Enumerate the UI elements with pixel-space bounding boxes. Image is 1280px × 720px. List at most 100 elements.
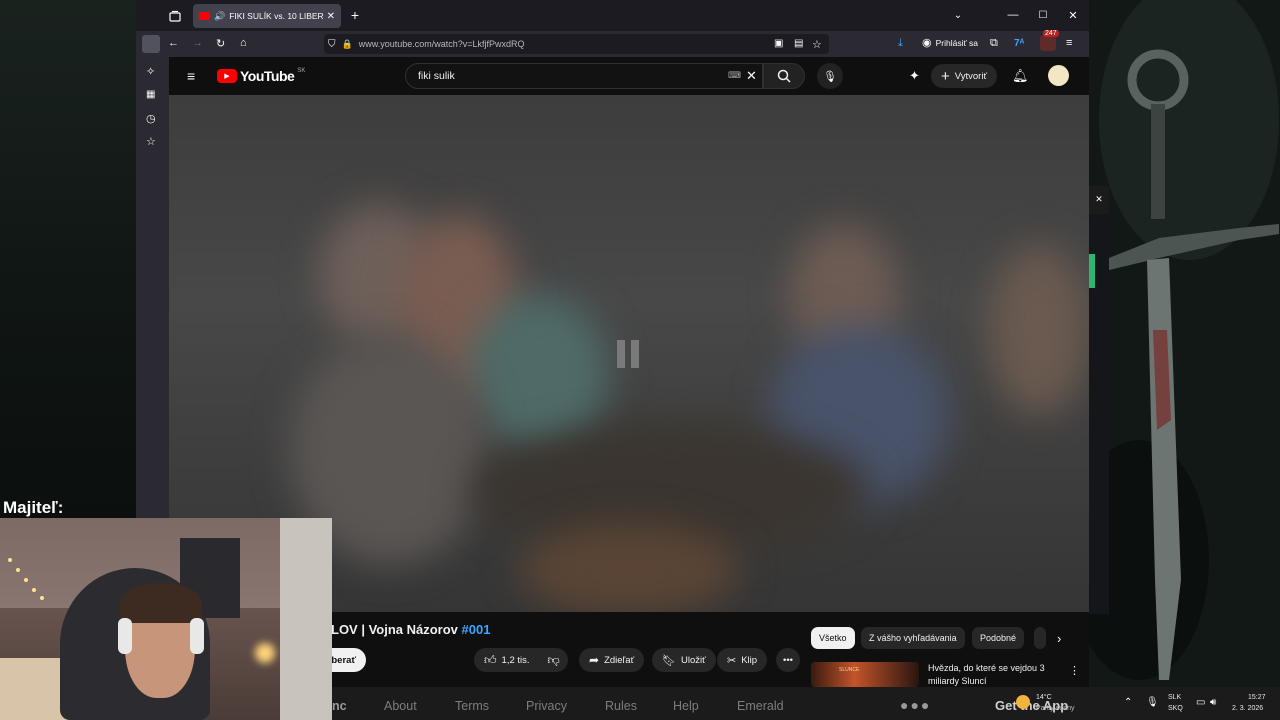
avatar[interactable]	[1048, 65, 1069, 86]
translate-icon[interactable]: 7ᴬ	[1014, 38, 1024, 49]
speaker-icon[interactable]: 🔊	[214, 11, 225, 22]
more-dots-icon[interactable]: ●●●	[900, 697, 931, 713]
network-icon[interactable]: ▭	[1196, 697, 1205, 708]
chip-all[interactable]: Všetko	[811, 627, 855, 649]
forward-icon[interactable]: →	[192, 37, 203, 49]
signin-label: Prihlásiť sa	[935, 37, 979, 48]
pause-icon[interactable]	[617, 340, 641, 368]
more-actions-icon[interactable]: •••	[776, 648, 800, 672]
create-button[interactable]: + Vytvoriť	[931, 64, 998, 88]
thumb-down-icon[interactable]: 👎︎	[548, 653, 560, 668]
youtube-play-icon: ▶	[217, 69, 237, 83]
lang-bottom[interactable]: SKQ	[1168, 705, 1183, 712]
keyboard-icon[interactable]: ⌨	[728, 70, 741, 81]
addon-icon[interactable]: 247	[1040, 30, 1059, 51]
history-icon[interactable]: ◷	[146, 112, 156, 125]
like-dislike-group: 👍︎ 1,2 tis. 👎︎	[474, 648, 568, 672]
weather-icon[interactable]	[1016, 695, 1030, 709]
maximize-icon[interactable]: ☐	[1036, 8, 1050, 22]
clip-label: Klip	[741, 654, 758, 666]
like-count: 1,2 tis.	[501, 654, 530, 666]
tab-list-icon[interactable]	[168, 9, 182, 23]
hamburger-menu-icon[interactable]: ≡	[187, 68, 195, 84]
footer-link-privacy[interactable]: Privacy	[526, 699, 567, 713]
background-window-accent	[1089, 254, 1095, 288]
clock-time[interactable]: 15:27	[1248, 694, 1266, 701]
reader-icon[interactable]: ▤	[794, 38, 803, 49]
close-window-icon[interactable]: ✕	[1066, 8, 1080, 22]
yt-header: ≡ ▶ YouTube SK fiki sulik ⌨ ✕ 🎙 ✦ + Vytv…	[169, 57, 1089, 95]
chevron-down-icon[interactable]: ⌄	[951, 8, 965, 22]
reload-icon[interactable]: ↻	[216, 37, 225, 50]
url-text[interactable]: www.youtube.com/watch?v=LkfjfPwxdRQ	[359, 39, 525, 49]
microphone-icon: 🎙	[823, 70, 837, 83]
youtube-logo[interactable]: ▶ YouTube SK	[217, 68, 305, 84]
video-title: LOV | Vojna Názorov #001	[331, 622, 490, 637]
home-icon[interactable]: ⌂	[240, 37, 247, 49]
search-input[interactable]: fiki sulik ⌨ ✕	[405, 63, 763, 89]
like-button[interactable]: 👍︎ 1,2 tis.	[484, 653, 530, 668]
bookmark-star-icon[interactable]: ☆	[812, 38, 822, 51]
ai-sparkle-icon[interactable]: ✧	[146, 65, 155, 78]
webcam-feed	[0, 518, 332, 720]
rec-more-icon[interactable]: ⋮	[1069, 664, 1080, 677]
region-code: SK	[297, 68, 306, 74]
background-close-icon[interactable]: ✕	[1089, 194, 1109, 205]
save-button[interactable]: 🔖︎ Uložiť	[652, 648, 716, 672]
footer-link-help[interactable]: Help	[673, 699, 699, 713]
download-icon[interactable]: ⤓	[898, 37, 903, 50]
background-window-close[interactable]: ✕	[1089, 186, 1109, 214]
chip-related[interactable]: Podobné	[972, 627, 1025, 649]
weather-desc: Partly sunny	[1036, 705, 1075, 712]
share-button[interactable]: ➦ Zdieľať	[579, 648, 645, 672]
bookmarks-icon[interactable]: ☆	[146, 135, 156, 148]
search-value: fiki sulik	[418, 70, 455, 82]
sidebar-toggle-icon[interactable]	[142, 35, 160, 53]
tray-mic-icon[interactable]: 🎙	[1146, 697, 1159, 708]
footer-link-emerald[interactable]: Emerald	[737, 699, 784, 713]
clip-button[interactable]: ✂ Klip	[717, 648, 768, 672]
weather-temp: 14°C	[1036, 694, 1052, 701]
search-button[interactable]	[763, 63, 805, 89]
youtube-favicon-icon	[199, 12, 210, 20]
video-hashtag[interactable]: #001	[462, 622, 491, 637]
extensions-icon[interactable]: ⧉	[990, 37, 998, 50]
bottom-bar: nc About Terms Privacy Rules Help Emeral…	[332, 687, 1280, 720]
footer-link-terms[interactable]: Terms	[455, 699, 489, 713]
ai-search-icon[interactable]: ✦	[909, 68, 920, 84]
lang-top[interactable]: SLK	[1168, 694, 1181, 701]
minimize-icon[interactable]: —	[1006, 8, 1020, 22]
lock-icon[interactable]: 🔒	[342, 39, 353, 50]
footer-link-0[interactable]: nc	[332, 699, 347, 713]
chip-from-search[interactable]: Z vášho vyhľadávania	[861, 627, 965, 649]
clock-date[interactable]: 2. 3. 2026	[1232, 705, 1263, 712]
pip-icon[interactable]: ▣	[774, 38, 783, 49]
rec-thumbnail[interactable]: SLUNCE	[811, 662, 919, 687]
signin-button[interactable]: ◉ Prihlásiť sa	[922, 36, 978, 49]
back-icon[interactable]: ←	[168, 37, 179, 49]
tray-chevron-up-icon[interactable]: ⌃	[1124, 697, 1132, 708]
rec-thumb-text: SLUNCE	[839, 667, 860, 673]
voice-search-button[interactable]: 🎙	[817, 63, 843, 89]
youtube-logo-text: YouTube	[240, 68, 295, 84]
notifications-bell-icon[interactable]: 🔔︎	[1012, 68, 1029, 84]
chip-partial[interactable]	[1034, 627, 1046, 649]
new-tab-icon[interactable]: +	[348, 7, 362, 23]
synced-tabs-icon[interactable]: ▦	[146, 89, 155, 100]
background-window	[1089, 214, 1109, 614]
share-label: Zdieľať	[604, 654, 635, 666]
shield-icon[interactable]: ⛉	[328, 39, 336, 50]
chevron-right-icon[interactable]: ›	[1057, 631, 1061, 646]
create-label: Vytvoriť	[954, 70, 988, 82]
tab-youtube[interactable]: 🔊 FIKI SULÍK vs. 10 LIBERÁLOV ✕	[193, 4, 341, 28]
save-label: Uložiť	[680, 654, 706, 666]
clear-search-icon[interactable]: ✕	[746, 68, 757, 84]
menu-icon[interactable]: ≡	[1066, 37, 1072, 49]
footer-link-about[interactable]: About	[384, 699, 417, 713]
rec-title[interactable]: Hvězda, do které se vejdou 3 miliardy Sl…	[928, 662, 1058, 687]
footer-link-rules[interactable]: Rules	[605, 699, 637, 713]
wallpaper-sword	[1089, 0, 1280, 687]
volume-icon[interactable]: 🔊︎	[1210, 697, 1216, 708]
close-tab-icon[interactable]: ✕	[327, 11, 335, 22]
url-bar[interactable]: ⛉ 🔒 www.youtube.com/watch?v=LkfjfPwxdRQ …	[324, 34, 829, 54]
